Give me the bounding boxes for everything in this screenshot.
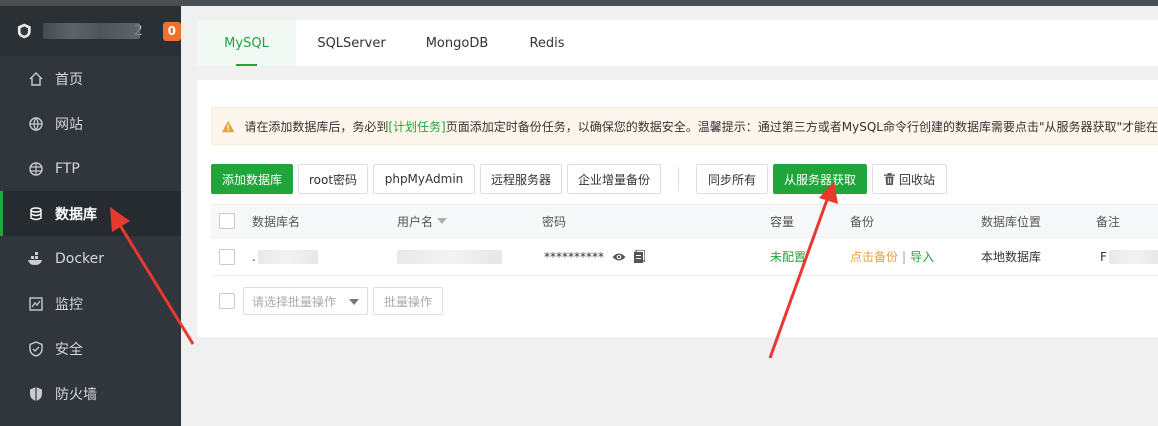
add-database-button[interactable]: 添加数据库	[211, 164, 293, 194]
remark-cell[interactable]: F	[1100, 238, 1158, 275]
database-panel: 请在添加数据库后，务必到 [计划任务] 页面添加定时备份任务，以确保您的数据安全…	[197, 80, 1158, 337]
warning-icon	[222, 120, 235, 132]
remark-mark: F	[1100, 249, 1107, 264]
tab-mongodb[interactable]: MongoDB	[407, 20, 507, 66]
database-icon	[27, 205, 45, 223]
fetch-from-server-button[interactable]: 从服务器获取	[773, 164, 867, 194]
sidebar-item-docker[interactable]: Docker	[0, 236, 181, 281]
sidebar-item-label: 监控	[55, 296, 83, 313]
notice-text-suffix: 页面添加定时备份任务，以确保您的数据安全。温馨提示：通过第三方或者MySQL命令…	[445, 119, 1158, 134]
toolbar-divider	[678, 167, 679, 191]
batch-select-placeholder: 请选择批量操作	[252, 294, 337, 309]
password-cell: **********	[544, 238, 645, 275]
sidebar-item-website[interactable]: 网站	[0, 101, 181, 146]
tab-redis[interactable]: Redis	[507, 20, 587, 66]
logo-icon	[17, 23, 31, 39]
ftp-icon	[27, 160, 45, 178]
remote-server-button[interactable]: 远程服务器	[480, 164, 562, 194]
location-cell: 本地数据库	[981, 250, 1042, 264]
chevron-down-icon	[349, 299, 359, 305]
root-password-button[interactable]: root密码	[298, 164, 368, 194]
header-backup: 备份	[850, 214, 875, 229]
sync-all-button[interactable]: 同步所有	[696, 164, 768, 194]
backup-notice: 请在添加数据库后，务必到 [计划任务] 页面添加定时备份任务，以确保您的数据安全…	[211, 107, 1158, 145]
sidebar-item-label: 首页	[55, 71, 83, 88]
header-remark: 备注	[1096, 214, 1121, 229]
table-header: 数据库名 用户名 密码 容量 备份 数据库位置 备注	[211, 204, 1158, 238]
batch-operation-button[interactable]: 批量操作	[373, 287, 443, 315]
globe-icon	[27, 115, 45, 133]
batch-footer: 请选择批量操作 批量操作	[211, 287, 443, 315]
copy-icon[interactable]	[634, 250, 645, 263]
remark-blurred	[1108, 249, 1158, 264]
capacity-cell[interactable]: 未配置	[770, 238, 806, 275]
eye-icon[interactable]	[612, 252, 626, 262]
batch-operation-select[interactable]: 请选择批量操作	[243, 287, 368, 315]
monitor-icon	[27, 295, 45, 313]
header-username-label: 用户名	[397, 214, 434, 229]
db-name-cell[interactable]: .	[252, 238, 318, 275]
header-password: 密码	[542, 214, 567, 229]
click-backup-link[interactable]: 点击备份	[850, 248, 898, 265]
sidebar-item-label: 安全	[55, 341, 83, 358]
select-all-checkbox[interactable]	[219, 213, 235, 229]
backup-cell: 点击备份 | 导入	[850, 238, 934, 275]
header-capacity: 容量	[770, 214, 795, 229]
sidebar-item-monitor[interactable]: 监控	[0, 281, 181, 326]
sidebar-item-label: FTP	[55, 160, 80, 177]
cron-task-link[interactable]: [计划任务]	[388, 118, 445, 135]
sidebar-item-database[interactable]: 数据库	[0, 191, 181, 236]
firewall-icon	[27, 385, 45, 403]
header-location: 数据库位置	[981, 214, 1042, 229]
db-name-blurred	[257, 249, 318, 264]
docker-icon	[27, 250, 45, 268]
username-cell	[397, 238, 502, 275]
notification-badge[interactable]: 0	[162, 21, 181, 41]
phpmyadmin-button[interactable]: phpMyAdmin	[373, 164, 475, 194]
header-username[interactable]: 用户名	[397, 205, 448, 237]
recycle-bin-button[interactable]: 回收站	[872, 164, 947, 194]
server-name-blurred	[42, 23, 140, 39]
password-masked: **********	[544, 249, 604, 264]
sidebar-item-label: 网站	[55, 116, 83, 133]
sidebar-item-label: 防火墙	[55, 386, 97, 403]
shield-icon	[27, 340, 45, 358]
sidebar-item-firewall[interactable]: 防火墙	[0, 371, 181, 416]
import-link[interactable]: 导入	[910, 248, 934, 265]
username-blurred	[397, 249, 502, 264]
recycle-bin-label: 回收站	[898, 172, 935, 187]
sidebar-item-ftp[interactable]: FTP	[0, 146, 181, 191]
footer-select-all-checkbox[interactable]	[219, 293, 235, 309]
database-type-tabs: MySQL SQLServer MongoDB Redis	[197, 20, 1158, 66]
row-checkbox[interactable]	[219, 248, 235, 265]
sidebar-item-home[interactable]: 首页	[0, 56, 181, 101]
sidebar-item-label: Docker	[55, 250, 105, 267]
trash-icon	[883, 173, 895, 185]
toolbar: 添加数据库 root密码 phpMyAdmin 远程服务器 企业增量备份 同步所…	[211, 164, 947, 194]
notice-text-prefix: 请在添加数据库后，务必到	[244, 119, 389, 134]
tab-sqlserver[interactable]: SQLServer	[296, 20, 407, 66]
database-table: 数据库名 用户名 密码 容量 备份 数据库位置 备注 . **********	[211, 204, 1158, 276]
incremental-backup-button[interactable]: 企业增量备份	[567, 164, 661, 194]
sidebar-item-security[interactable]: 安全	[0, 326, 181, 371]
sidebar-item-label: 数据库	[55, 206, 97, 223]
header-db-name[interactable]: 数据库名	[252, 205, 300, 237]
tab-mysql[interactable]: MySQL	[197, 20, 296, 66]
home-icon	[27, 70, 45, 88]
table-row: . ********** 未配置 点击备份 | 导入 本地数据库 F	[211, 238, 1158, 276]
sidebar: 2 0 首页 网站 FTP 数据库 Docker 监控	[0, 6, 181, 426]
separator: |	[902, 249, 907, 264]
db-name-mark: .	[252, 249, 256, 264]
sort-caret-icon[interactable]	[437, 218, 448, 224]
brand: 2 0	[0, 6, 181, 56]
